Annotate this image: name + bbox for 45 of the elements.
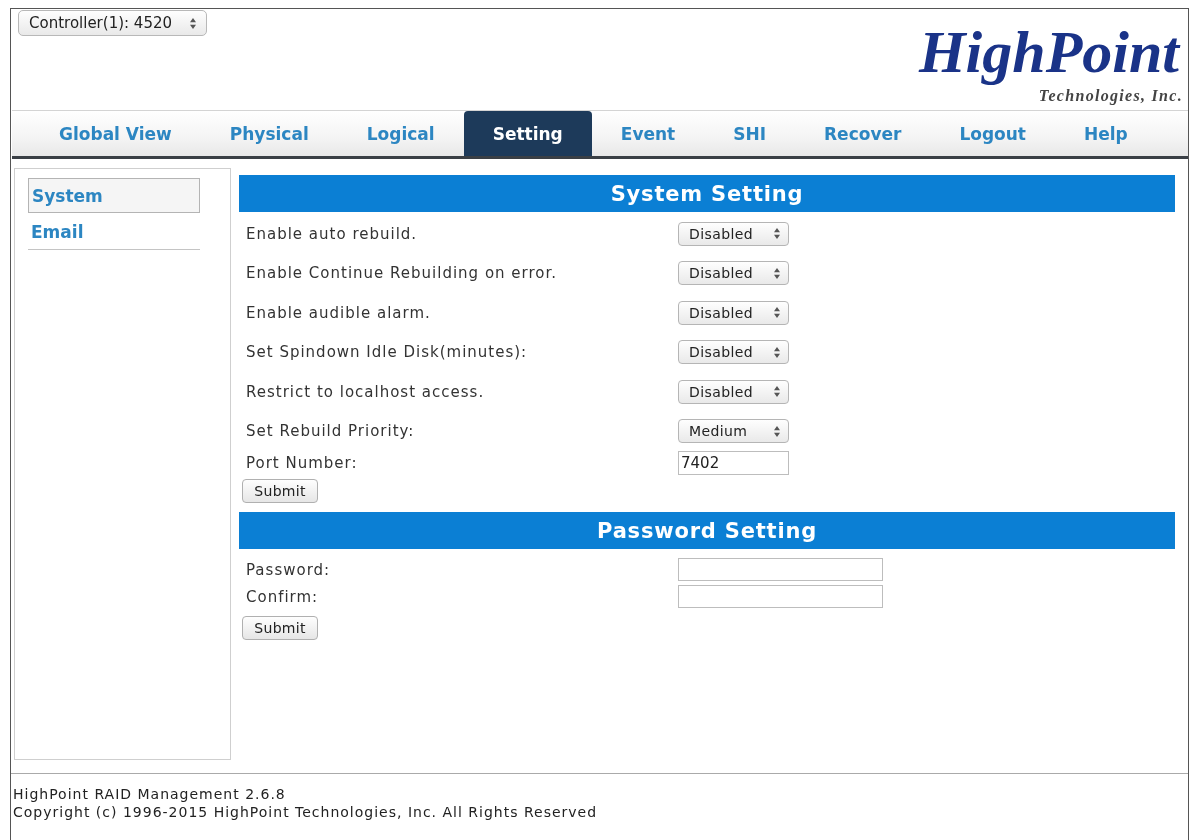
nav-tab[interactable]: Help — [1055, 111, 1157, 156]
controller-dropdown[interactable]: Controller(1): 4520 — [18, 10, 207, 36]
submit-button[interactable]: Submit — [242, 479, 318, 503]
up-down-caret-icon — [774, 307, 780, 319]
nav-tab[interactable]: Setting — [463, 111, 592, 156]
dropdown[interactable]: Disabled — [678, 221, 789, 246]
submit-button[interactable]: Submit — [242, 616, 318, 640]
field-label: Set Rebuild Priority: — [246, 422, 416, 441]
nav-tab[interactable]: Global View — [30, 111, 201, 156]
dropdown[interactable]: Medium — [678, 419, 789, 444]
password-field[interactable] — [678, 558, 883, 581]
field-label: Port Number: — [246, 454, 359, 472]
nav-tab[interactable]: Physical — [200, 111, 338, 156]
nav-tab[interactable]: Event — [591, 111, 705, 156]
field-label: Enable audible alarm. — [246, 303, 432, 322]
up-down-caret-icon — [774, 425, 780, 437]
sidebar-item[interactable]: System — [28, 178, 200, 213]
dropdown[interactable]: Disabled — [678, 300, 789, 325]
nav-tab[interactable]: Logical — [337, 111, 464, 156]
section-header: Password Setting — [239, 512, 1175, 549]
up-down-caret-icon — [190, 17, 196, 29]
footer-text: HighPoint RAID Management 2.6.8 — [13, 785, 287, 803]
field-label: Confirm: — [246, 587, 320, 606]
dropdown[interactable]: Disabled — [678, 261, 789, 286]
up-down-caret-icon — [774, 346, 780, 358]
nav-tab[interactable]: Recover — [795, 111, 931, 156]
up-down-caret-icon — [774, 228, 780, 240]
section-header: System Setting — [239, 175, 1175, 212]
sidebar-item[interactable]: Email — [28, 215, 200, 250]
field-label: Password: — [246, 560, 332, 579]
up-down-caret-icon — [774, 267, 780, 279]
logo-wordmark: HighPoint — [918, 18, 1182, 87]
password-field[interactable] — [678, 585, 883, 608]
footer-text: Copyright (c) 1996-2015 HighPoint Technologies, Inc. All Rights Reserved — [13, 803, 599, 821]
nav-tab[interactable]: SHI — [704, 111, 795, 156]
dropdown[interactable]: Disabled — [678, 340, 789, 365]
input-field[interactable]: 7402 — [678, 451, 789, 475]
field-label: Set Spindown Idle Disk(minutes): — [246, 343, 529, 362]
field-label: Restrict to localhost access. — [246, 382, 486, 401]
up-down-caret-icon — [774, 386, 780, 398]
logo-tagline: Technologies, Inc. — [1038, 87, 1184, 105]
field-label: Enable auto rebuild. — [246, 224, 419, 243]
field-label: Enable Continue Rebuilding on error. — [246, 264, 559, 283]
nav-tab[interactable]: Logout — [930, 111, 1055, 156]
dropdown[interactable]: Disabled — [678, 379, 789, 404]
